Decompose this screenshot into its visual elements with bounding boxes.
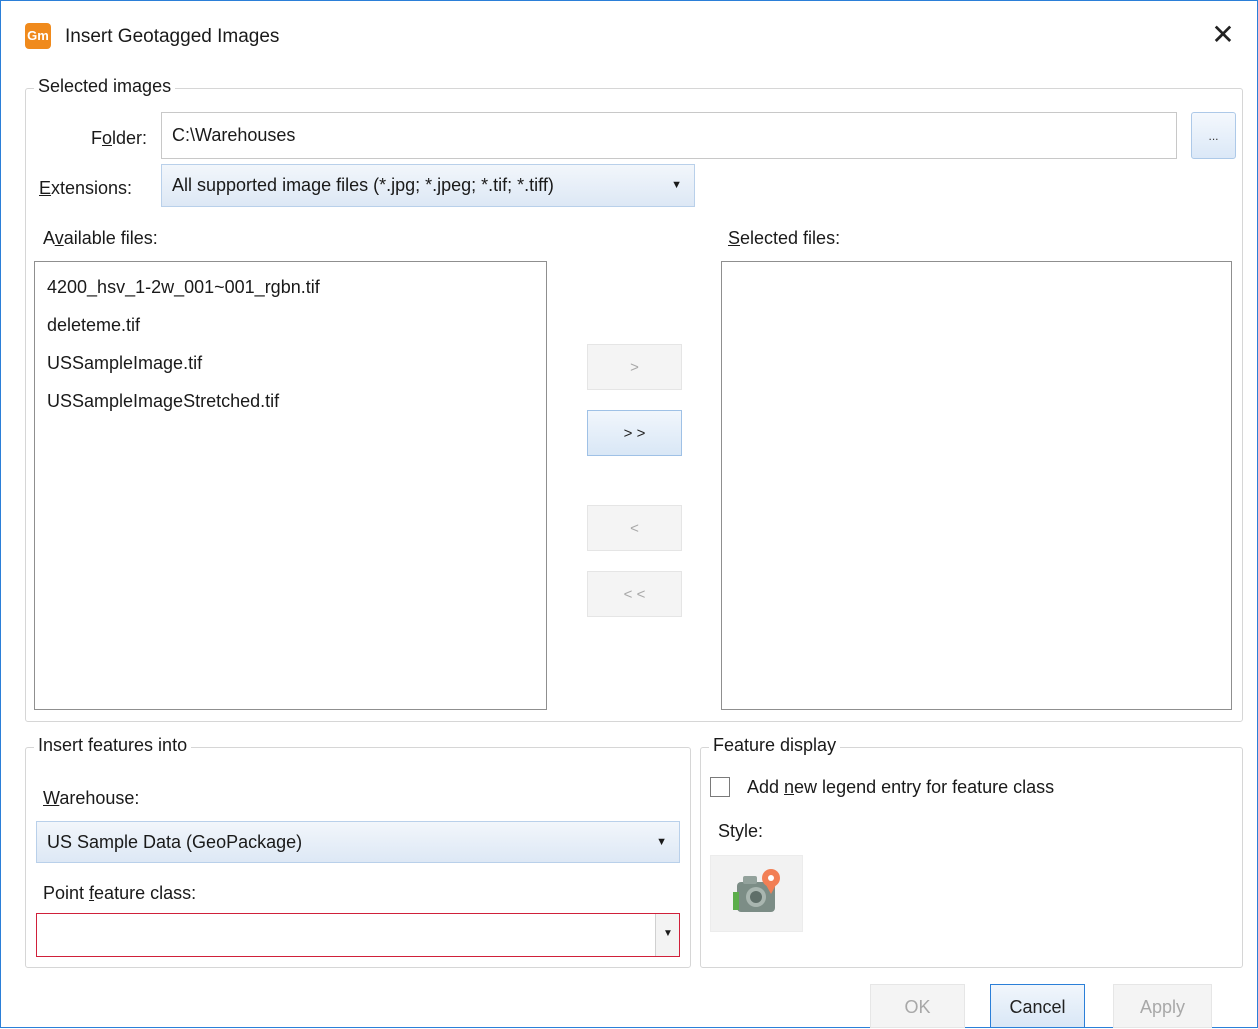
ok-button[interactable]: OK (870, 984, 965, 1028)
style-picker[interactable] (710, 855, 803, 932)
list-item[interactable]: USSampleImage.tif (35, 344, 546, 382)
selected-files-list[interactable] (721, 261, 1232, 710)
available-files-list[interactable]: 4200_hsv_1-2w_001~001_rgbn.tif deleteme.… (34, 261, 547, 710)
extensions-label: Extensions: (39, 178, 133, 198)
dialog-window: Gm Insert Geotagged Images ✕ Selected im… (0, 0, 1258, 1028)
remove-all-button[interactable]: < < (587, 571, 682, 617)
add-selected-button[interactable]: > (587, 344, 682, 390)
title-bar: Gm Insert Geotagged Images ✕ (1, 1, 1257, 71)
close-button[interactable]: ✕ (1203, 17, 1243, 53)
remove-selected-button[interactable]: < (587, 505, 682, 551)
apply-button[interactable]: Apply (1113, 984, 1212, 1028)
extensions-value: All supported image files (*.jpg; *.jpeg… (172, 175, 554, 195)
add-legend-entry-checkbox[interactable] (710, 777, 730, 797)
add-legend-entry-label[interactable]: Add new legend entry for feature class (747, 777, 1054, 798)
folder-label: Folder: (91, 128, 148, 148)
chevron-down-icon: ▼ (663, 928, 673, 939)
style-label: Style: (718, 821, 764, 841)
selected-images-legend: Selected images (34, 76, 176, 97)
available-files-label: Available files: (43, 228, 158, 248)
warehouse-value: US Sample Data (GeoPackage) (47, 832, 303, 852)
list-item[interactable]: USSampleImageStretched.tif (35, 382, 546, 420)
cancel-button[interactable]: Cancel (990, 984, 1085, 1028)
extensions-dropdown[interactable]: All supported image files (*.jpg; *.jpeg… (161, 164, 695, 207)
list-item[interactable]: deleteme.tif (35, 306, 546, 344)
feature-display-legend: Feature display (709, 735, 841, 756)
warehouse-dropdown[interactable]: US Sample Data (GeoPackage) ▼ (36, 821, 680, 863)
insert-features-legend: Insert features into (34, 735, 192, 756)
warehouse-label: Warehouse: (43, 788, 140, 808)
feature-class-dropdown[interactable]: ▼ (36, 913, 680, 957)
dialog-title: Insert Geotagged Images (65, 26, 280, 47)
add-all-button[interactable]: > > (587, 410, 682, 456)
app-logo-icon: Gm (25, 23, 51, 49)
selected-files-label: Selected files: (728, 228, 841, 248)
feature-class-label: Point feature class: (43, 883, 197, 903)
list-item[interactable]: 4200_hsv_1-2w_001~001_rgbn.tif (35, 268, 546, 306)
chevron-down-icon: ▼ (671, 179, 682, 191)
feature-class-dropdown-button[interactable]: ▼ (655, 914, 679, 956)
folder-input[interactable]: C:\Warehouses (161, 112, 1177, 159)
chevron-down-icon: ▼ (656, 836, 667, 848)
browse-button[interactable]: ... (1191, 112, 1236, 159)
camera-pin-icon (733, 869, 780, 912)
